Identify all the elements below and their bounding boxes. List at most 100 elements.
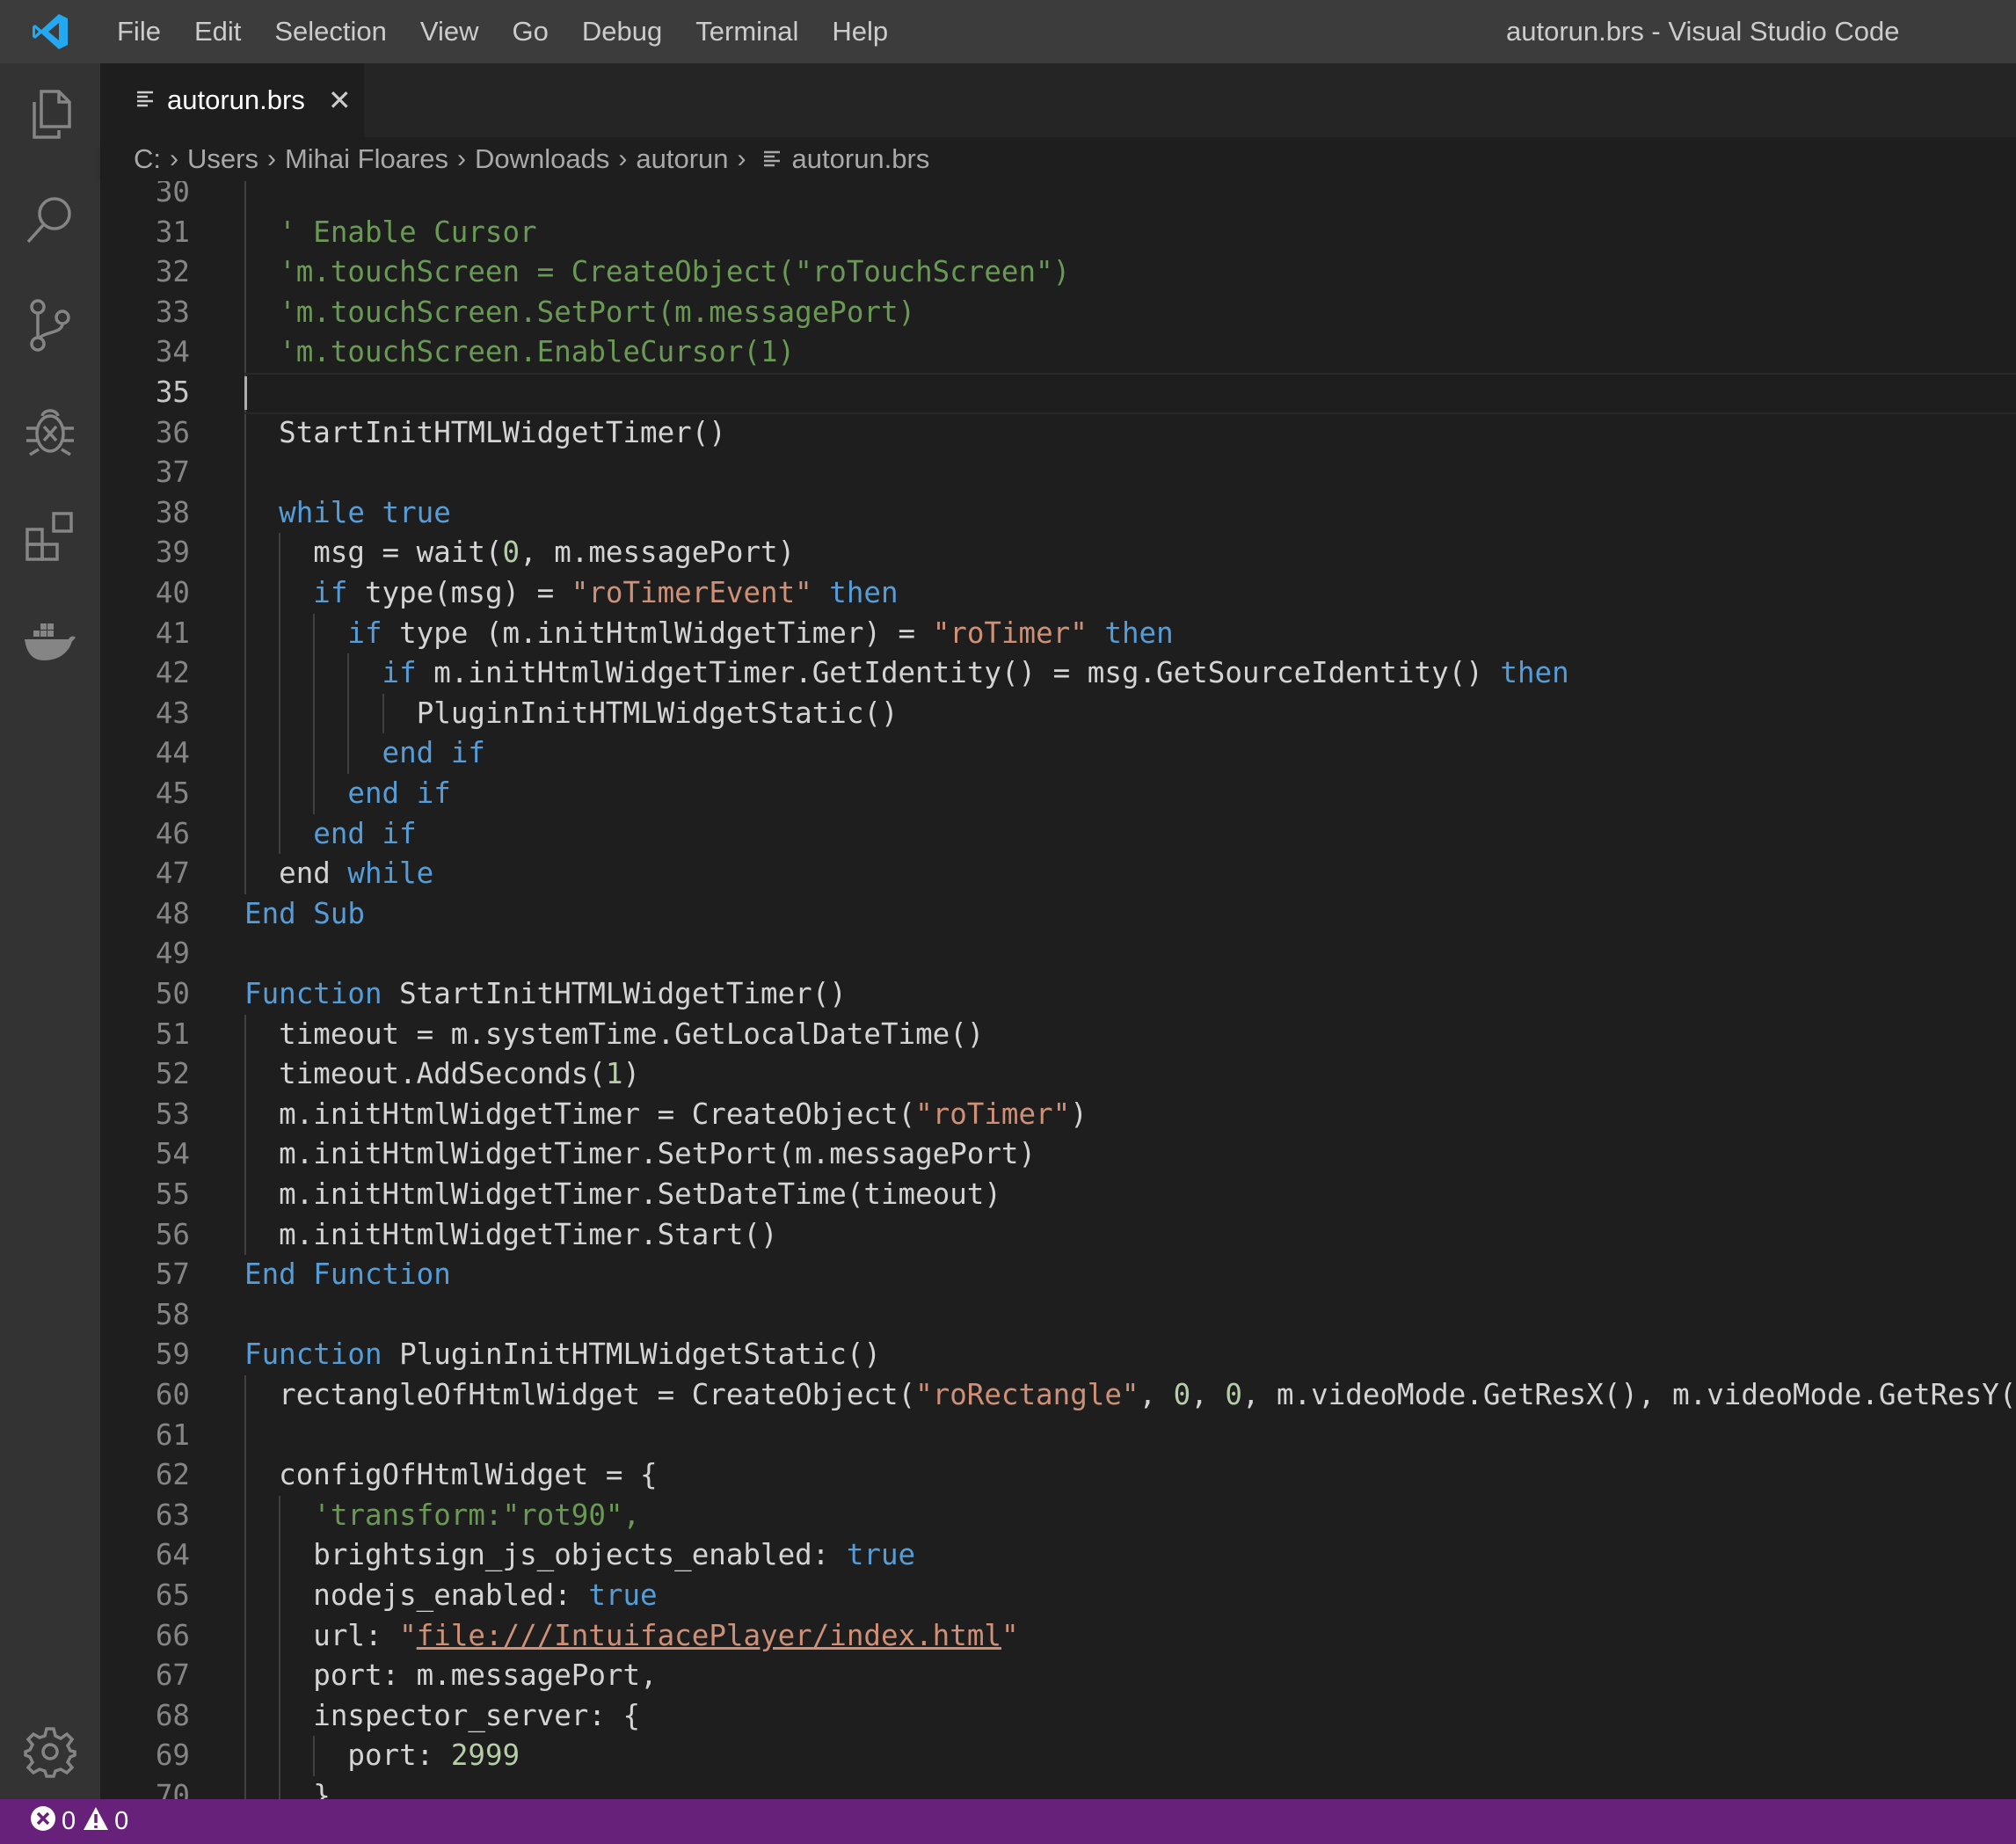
menu-item-go[interactable]: Go [496, 0, 565, 63]
warning-icon[interactable] [83, 1806, 109, 1838]
code-token: brightsign_js_objects_enabled: [313, 1538, 847, 1572]
code-token: Function [313, 1257, 451, 1292]
code-line[interactable]: 47 end while [100, 854, 2016, 894]
code-token: "roTimerEvent" [571, 576, 812, 609]
code-line[interactable]: 33 'm.touchScreen.SetPort(m.messagePort) [100, 293, 2016, 333]
code-line[interactable]: 57 End Function [100, 1255, 2016, 1295]
code-token: m.initHtmlWidgetTimer.SetDateTime(timeou… [279, 1177, 1001, 1211]
code-text: msg = wait(0, m.messagePort) [313, 533, 795, 573]
code-line[interactable]: 39 msg = wait(0, m.messagePort) [100, 533, 2016, 573]
docker-icon[interactable] [0, 594, 100, 690]
code-line[interactable]: 68 inspector_server: { [100, 1696, 2016, 1737]
code-line[interactable]: 64 brightsign_js_objects_enabled: true [100, 1535, 2016, 1576]
code-line[interactable]: 43 PluginInitHTMLWidgetStatic() [100, 694, 2016, 734]
code-line[interactable]: 61 [100, 1416, 2016, 1456]
menu-item-help[interactable]: Help [815, 0, 905, 63]
code-token: if [416, 776, 451, 810]
code-line[interactable]: 60 rectangleOfHtmlWidget = CreateObject("… [100, 1375, 2016, 1416]
code-line[interactable]: 45 end if [100, 774, 2016, 814]
breadcrumb-item-user[interactable]: Mihai Floares [285, 143, 448, 175]
code-line[interactable]: 70} [100, 1776, 2016, 1799]
code-token: } [313, 1779, 331, 1799]
error-count[interactable]: 0 [62, 1807, 76, 1836]
line-number: 31 [155, 215, 190, 249]
code-line[interactable]: 49 [100, 934, 2016, 974]
code-line[interactable]: 67 port: m.messagePort, [100, 1656, 2016, 1696]
code-line[interactable]: 62 configOfHtmlWidget = { [100, 1455, 2016, 1496]
code-token: End [244, 1257, 296, 1292]
line-number: 70 [155, 1779, 190, 1799]
code-line[interactable]: 30 [100, 181, 2016, 213]
close-icon[interactable]: ✕ [328, 84, 352, 117]
breadcrumb-item-users[interactable]: Users [187, 143, 258, 175]
code-line[interactable]: 36 StartInitHTMLWidgetTimer() [100, 413, 2016, 454]
breadcrumb-item-downloads[interactable]: Downloads [475, 143, 609, 175]
code-line[interactable]: 59 Function PluginInitHTMLWidgetStatic() [100, 1335, 2016, 1375]
code-editor[interactable]: 30 31 ' Enable Cursor 32 'm.touchScreen = Cr… [100, 181, 2016, 1799]
line-number: 65 [155, 1578, 190, 1612]
menu-item-terminal[interactable]: Terminal [679, 0, 815, 63]
code-line[interactable]: 52 timeout.AddSeconds(1) [100, 1054, 2016, 1095]
code-line[interactable]: 53 m.initHtmlWidgetTimer = CreateObject("… [100, 1095, 2016, 1135]
settings-gear-icon[interactable] [0, 1703, 100, 1800]
code-token: port: m.messagePort, [313, 1658, 658, 1693]
extensions-icon[interactable] [0, 488, 100, 585]
code-line[interactable]: 54 m.initHtmlWidgetTimer.SetPort(m.messag… [100, 1134, 2016, 1175]
code-line[interactable]: 35 [100, 373, 2016, 414]
line-number: 34 [155, 335, 190, 369]
breadcrumb-item-drive[interactable]: C: [134, 143, 161, 175]
code-line[interactable]: 34 'm.touchScreen.EnableCursor(1) [100, 332, 2016, 373]
code-line[interactable]: 44 end if [100, 733, 2016, 774]
code-token: " [399, 1618, 417, 1652]
code-token: m.initHtmlWidgetTimer.SetPort(m.messageP… [279, 1137, 1037, 1171]
menu-item-edit[interactable]: Edit [178, 0, 258, 63]
tab-autorun[interactable]: autorun.brs ✕ [100, 63, 364, 137]
search-icon[interactable] [0, 171, 100, 268]
code-token: ) [622, 1057, 641, 1091]
code-token: m.initHtmlWidgetTimer = CreateObject( [279, 1097, 916, 1131]
code-line[interactable]: 51 timeout = m.systemTime.GetLocalDateTim… [100, 1015, 2016, 1055]
code-line[interactable]: 41 if type (m.initHtmlWidgetTimer) = "roT… [100, 614, 2016, 654]
menu-item-view[interactable]: View [404, 0, 496, 63]
line-number: 47 [155, 856, 190, 891]
code-line[interactable]: 40 if type(msg) = "roTimerEvent" then [100, 573, 2016, 614]
code-line[interactable]: 55 m.initHtmlWidgetTimer.SetDateTime(time… [100, 1175, 2016, 1215]
code-line[interactable]: 50 Function StartInitHTMLWidgetTimer() [100, 974, 2016, 1015]
code-text: 'transform:"rot90", [313, 1496, 640, 1536]
code-token: end [313, 816, 365, 850]
debug-icon[interactable] [0, 383, 100, 479]
code-line[interactable]: 63 'transform:"rot90", [100, 1496, 2016, 1536]
code-line[interactable]: 31 ' Enable Cursor [100, 213, 2016, 253]
code-line[interactable]: 42 if m.initHtmlWidgetTimer.GetIdentity()… [100, 653, 2016, 694]
breadcrumb-item-folder[interactable]: autorun [636, 143, 728, 175]
breadcrumb-item-file[interactable]: autorun.brs [792, 143, 930, 175]
menu-item-selection[interactable]: Selection [258, 0, 404, 63]
code-line[interactable]: 56 m.initHtmlWidgetTimer.Start() [100, 1215, 2016, 1256]
code-token: then [1500, 656, 1569, 690]
code-token: inspector_server: { [313, 1698, 641, 1732]
code-text: Function PluginInitHTMLWidgetStatic() [244, 1335, 881, 1375]
code-token: end [382, 736, 434, 770]
line-number: 55 [155, 1177, 190, 1211]
menu-item-file[interactable]: File [100, 0, 178, 63]
explorer-icon[interactable] [0, 66, 100, 163]
code-text: url: "file:///IntuifacePlayer/index.html… [313, 1616, 1018, 1657]
code-line[interactable]: 65 nodejs_enabled: true [100, 1576, 2016, 1616]
code-text: brightsign_js_objects_enabled: true [313, 1535, 915, 1576]
warning-count[interactable]: 0 [114, 1807, 128, 1836]
code-token: true [846, 1538, 916, 1572]
code-line[interactable]: 69 port: 2999 [100, 1736, 2016, 1776]
source-control-icon[interactable] [0, 277, 100, 374]
code-token: 'transform:"rot90", [313, 1498, 641, 1532]
code-line[interactable]: 32 'm.touchScreen = CreateObject("roTouch… [100, 252, 2016, 293]
menu-item-debug[interactable]: Debug [565, 0, 679, 63]
error-icon[interactable] [30, 1805, 56, 1839]
code-line[interactable]: 66 url: "file:///IntuifacePlayer/index.ht… [100, 1616, 2016, 1657]
code-line[interactable]: 38 while true [100, 493, 2016, 534]
code-line[interactable]: 58 [100, 1295, 2016, 1336]
code-line[interactable]: 37 [100, 453, 2016, 493]
code-line[interactable]: 48 End Sub [100, 894, 2016, 935]
code-line[interactable]: 46 end if [100, 814, 2016, 855]
